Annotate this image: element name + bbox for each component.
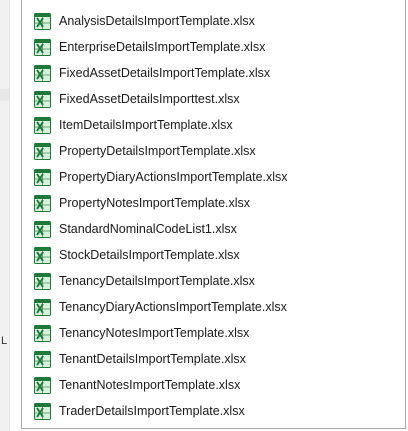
excel-icon — [34, 402, 51, 420]
file-item[interactable]: StandardNominalCodeList1.xlsx — [22, 216, 405, 242]
file-name: EnterpriseDetailsImportTemplate.xlsx — [59, 40, 266, 54]
file-name: TenancyNotesImportTemplate.xlsx — [59, 326, 250, 340]
file-item[interactable]: EnterpriseDetailsImportTemplate.xlsx — [22, 34, 405, 60]
file-item[interactable]: PropertyNotesImportTemplate.xlsx — [22, 190, 405, 216]
excel-icon — [34, 12, 51, 30]
excel-icon — [34, 38, 51, 56]
file-name: FixedAssetDetailsImporttest.xlsx — [59, 92, 240, 106]
excel-icon — [34, 350, 51, 368]
file-item[interactable]: TenancyNotesImportTemplate.xlsx — [22, 320, 405, 346]
excel-icon — [34, 324, 51, 342]
excel-icon — [34, 272, 51, 290]
excel-icon — [34, 142, 51, 160]
file-item[interactable]: FixedAssetDetailsImportTemplate.xlsx — [22, 60, 405, 86]
file-item[interactable]: TenantNotesImportTemplate.xlsx — [22, 372, 405, 398]
file-item[interactable]: TenantDetailsImportTemplate.xlsx — [22, 346, 405, 372]
file-name: PropertyDetailsImportTemplate.xlsx — [59, 144, 256, 158]
file-list-popup: AnalysisDetailsImportTemplate.xlsx Enterp… — [21, 0, 406, 429]
file-item[interactable]: AnalysisDetailsImportTemplate.xlsx — [22, 8, 405, 34]
excel-icon — [34, 90, 51, 108]
excel-icon — [34, 298, 51, 316]
excel-icon — [34, 246, 51, 264]
file-item[interactable]: PropertyDetailsImportTemplate.xlsx — [22, 138, 405, 164]
file-name: StandardNominalCodeList1.xlsx — [59, 222, 237, 236]
excel-icon — [34, 116, 51, 134]
file-name: AnalysisDetailsImportTemplate.xlsx — [59, 14, 255, 28]
file-name: TenancyDetailsImportTemplate.xlsx — [59, 274, 255, 288]
file-item[interactable]: TenancyDiaryActionsImportTemplate.xlsx — [22, 294, 405, 320]
file-item[interactable]: TraderDetailsImportTemplate.xlsx — [22, 398, 405, 424]
file-name: StockDetailsImportTemplate.xlsx — [59, 248, 240, 262]
file-name: TenantDetailsImportTemplate.xlsx — [59, 352, 246, 366]
file-name: ItemDetailsImportTemplate.xlsx — [59, 118, 233, 132]
background-window-text: L — [1, 335, 8, 347]
file-item[interactable]: ItemDetailsImportTemplate.xlsx — [22, 112, 405, 138]
excel-icon — [34, 376, 51, 394]
file-item[interactable]: TenancyDetailsImportTemplate.xlsx — [22, 268, 405, 294]
background-window-divider — [0, 89, 9, 101]
file-name: TenancyDiaryActionsImportTemplate.xlsx — [59, 300, 287, 314]
excel-icon — [34, 194, 51, 212]
file-list: AnalysisDetailsImportTemplate.xlsx Enterp… — [22, 0, 405, 424]
file-item[interactable]: StockDetailsImportTemplate.xlsx — [22, 242, 405, 268]
file-name: PropertyNotesImportTemplate.xlsx — [59, 196, 251, 210]
background-window-edge: L — [0, 0, 10, 431]
file-name: TenantNotesImportTemplate.xlsx — [59, 378, 241, 392]
file-name: TraderDetailsImportTemplate.xlsx — [59, 404, 245, 418]
excel-icon — [34, 168, 51, 186]
excel-icon — [34, 64, 51, 82]
file-item[interactable]: PropertyDiaryActionsImportTemplate.xlsx — [22, 164, 405, 190]
file-name: PropertyDiaryActionsImportTemplate.xlsx — [59, 170, 288, 184]
file-name: FixedAssetDetailsImportTemplate.xlsx — [59, 66, 271, 80]
file-item[interactable]: FixedAssetDetailsImporttest.xlsx — [22, 86, 405, 112]
excel-icon — [34, 220, 51, 238]
